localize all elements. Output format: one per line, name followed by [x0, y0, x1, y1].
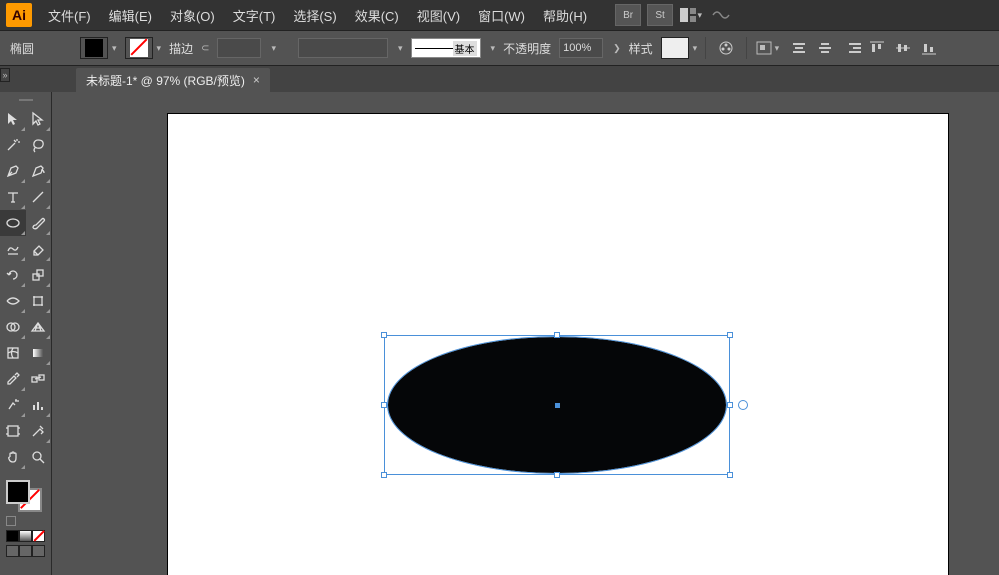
align-top-icon[interactable]: [865, 37, 889, 59]
align-center-h-icon[interactable]: [813, 37, 837, 59]
stroke-link-icon[interactable]: ⊂: [201, 43, 209, 54]
toolbox: [0, 92, 52, 575]
lasso-tool[interactable]: [26, 132, 52, 158]
align-left-icon[interactable]: [787, 37, 811, 59]
color-mode-gradient[interactable]: [19, 530, 32, 542]
fill-color-swatch[interactable]: [6, 480, 30, 504]
document-tab[interactable]: 未标题-1* @ 97% (RGB/预览) ×: [76, 68, 270, 92]
column-graph-tool[interactable]: [26, 392, 52, 418]
graphic-style-swatch[interactable]: ▾: [661, 37, 698, 59]
selection-tool[interactable]: [0, 106, 26, 132]
menu-effect[interactable]: 效果(C): [347, 2, 407, 29]
stroke-label: 描边: [169, 40, 193, 57]
selection-outline: [384, 335, 730, 475]
resize-handle-bl[interactable]: [381, 472, 387, 478]
align-buttons: [787, 37, 941, 59]
pen-tool[interactable]: [0, 158, 26, 184]
draw-normal-icon[interactable]: [6, 545, 19, 557]
align-middle-v-icon[interactable]: [891, 37, 915, 59]
blend-tool[interactable]: [26, 366, 52, 392]
fill-stroke-swatches[interactable]: [0, 476, 51, 561]
arrange-documents-icon[interactable]: ▾: [680, 5, 702, 25]
menu-bar: Ai 文件(F) 编辑(E) 对象(O) 文字(T) 选择(S) 效果(C) 视…: [0, 0, 999, 30]
stroke-weight-input[interactable]: [217, 38, 261, 58]
shape-builder-tool[interactable]: [0, 314, 26, 340]
tab-close-icon[interactable]: ×: [253, 73, 260, 87]
menu-window[interactable]: 窗口(W): [470, 2, 533, 29]
menu-help[interactable]: 帮助(H): [535, 2, 595, 29]
zoom-tool[interactable]: [26, 444, 52, 470]
draw-behind-icon[interactable]: [19, 545, 32, 557]
perspective-grid-tool[interactable]: [26, 314, 52, 340]
document-tab-title: 未标题-1* @ 97% (RGB/预览): [86, 72, 245, 89]
hand-tool[interactable]: [0, 444, 26, 470]
resize-handle-br[interactable]: [727, 472, 733, 478]
menu-type[interactable]: 文字(T): [225, 2, 284, 29]
resize-handle-mr[interactable]: [727, 402, 733, 408]
stroke-swatch[interactable]: ▾: [125, 37, 162, 59]
workspace: [0, 92, 999, 575]
swap-fill-stroke-icon[interactable]: [6, 516, 16, 526]
width-tool[interactable]: [0, 288, 26, 314]
document-tab-bar: 未标题-1* @ 97% (RGB/预览) ×: [0, 66, 999, 92]
align-right-icon[interactable]: [839, 37, 863, 59]
brush-definition-dropdown[interactable]: 基本: [411, 38, 481, 58]
fill-swatch[interactable]: ▾: [80, 37, 117, 59]
gpu-preview-icon[interactable]: [710, 5, 732, 25]
brush-name: 基本: [453, 41, 477, 56]
rotate-tool[interactable]: [0, 262, 26, 288]
pie-widget-icon[interactable]: [738, 400, 748, 410]
menu-file[interactable]: 文件(F): [40, 2, 99, 29]
current-tool-label: 椭圆: [10, 40, 34, 57]
panel-collapse-icon[interactable]: »: [0, 68, 10, 82]
opacity-dropdown-icon[interactable]: ❯: [613, 43, 621, 54]
selection-bounding-box[interactable]: [384, 335, 730, 475]
color-mode-none[interactable]: [32, 530, 45, 542]
menu-edit[interactable]: 编辑(E): [101, 2, 160, 29]
resize-handle-bm[interactable]: [554, 472, 560, 478]
gradient-tool[interactable]: [26, 340, 52, 366]
slice-tool[interactable]: [26, 418, 52, 444]
resize-handle-tl[interactable]: [381, 332, 387, 338]
resize-handle-tr[interactable]: [727, 332, 733, 338]
variable-width-input[interactable]: [298, 38, 388, 58]
free-transform-tool[interactable]: [26, 288, 52, 314]
ellipse-tool[interactable]: [0, 210, 26, 236]
scale-tool[interactable]: [26, 262, 52, 288]
shaper-tool[interactable]: [0, 236, 26, 262]
type-tool[interactable]: [0, 184, 26, 210]
bridge-button[interactable]: Br: [615, 4, 641, 26]
magic-wand-tool[interactable]: [0, 132, 26, 158]
resize-handle-ml[interactable]: [381, 402, 387, 408]
canvas-area[interactable]: [52, 92, 999, 575]
stock-button[interactable]: St: [647, 4, 673, 26]
menu-view[interactable]: 视图(V): [409, 2, 468, 29]
align-to-icon[interactable]: ▾: [755, 37, 779, 59]
curvature-tool[interactable]: [26, 158, 52, 184]
style-label: 样式: [629, 40, 653, 57]
recolor-icon[interactable]: [714, 37, 738, 59]
app-logo-icon: Ai: [6, 3, 32, 27]
eraser-tool[interactable]: [26, 236, 52, 262]
options-bar: 椭圆 ▾ ▾ 描边 ⊂ ▾ ▾ 基本 ▾ 不透明度 ❯ 样式 ▾ ▾: [0, 30, 999, 66]
resize-handle-tm[interactable]: [554, 332, 560, 338]
menu-object[interactable]: 对象(O): [162, 2, 223, 29]
draw-inside-icon[interactable]: [32, 545, 45, 557]
opacity-input[interactable]: [559, 38, 603, 58]
align-bottom-icon[interactable]: [917, 37, 941, 59]
opacity-label: 不透明度: [503, 40, 551, 57]
color-mode-solid[interactable]: [6, 530, 19, 542]
eyedropper-tool[interactable]: [0, 366, 26, 392]
direct-selection-tool[interactable]: [26, 106, 52, 132]
line-tool[interactable]: [26, 184, 52, 210]
toolbox-grip-icon[interactable]: [0, 96, 51, 104]
artboard-tool[interactable]: [0, 418, 26, 444]
symbol-sprayer-tool[interactable]: [0, 392, 26, 418]
mesh-tool[interactable]: [0, 340, 26, 366]
paintbrush-tool[interactable]: [26, 210, 52, 236]
menu-select[interactable]: 选择(S): [285, 2, 344, 29]
